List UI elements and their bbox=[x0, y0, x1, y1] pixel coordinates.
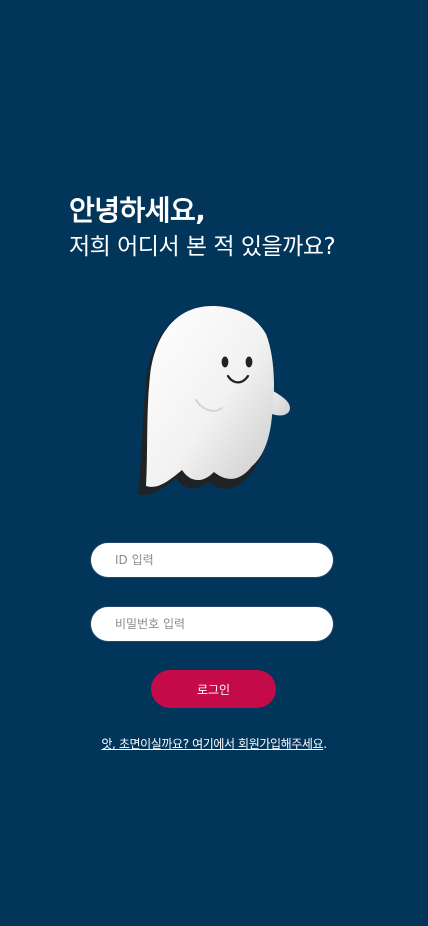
signup-link[interactable]: 앗, 초면이실까요? 여기에서 회원가입해주세요 bbox=[101, 737, 323, 751]
signup-suffix: . bbox=[323, 737, 327, 751]
id-input[interactable] bbox=[90, 542, 334, 578]
greeting-title: 안녕하세요, bbox=[69, 194, 206, 227]
login-button[interactable]: 로그인 bbox=[151, 670, 276, 708]
signup-prompt: 앗, 초면이실까요? 여기에서 회원가입해주세요. bbox=[0, 735, 428, 752]
password-input[interactable] bbox=[90, 606, 334, 642]
ghost-icon bbox=[138, 306, 290, 495]
greeting: 안녕하세요, 저희 어디서 본 적 있을까요? bbox=[69, 193, 336, 263]
greeting-subtitle: 저희 어디서 본 적 있을까요? bbox=[69, 234, 336, 260]
